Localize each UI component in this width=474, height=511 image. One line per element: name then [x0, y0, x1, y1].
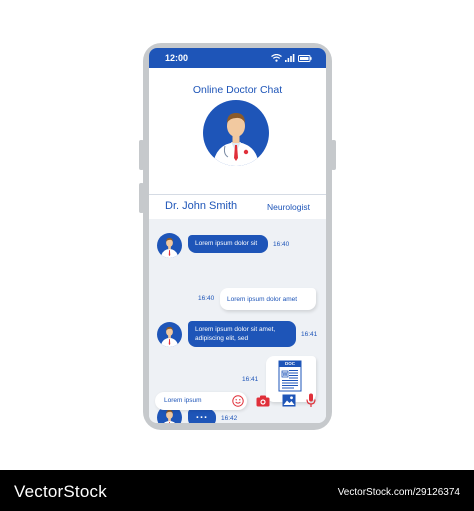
signal-icon [285, 54, 295, 62]
chat-header: Online Doctor Chat Dr. John Smith Neurol… [149, 68, 326, 219]
wifi-icon [271, 54, 282, 62]
svg-text:W: W [283, 372, 288, 378]
document-type-label: DOC [285, 361, 295, 366]
emoji-icon[interactable] [232, 395, 244, 407]
message-text: Lorem ipsum dolor sit [195, 240, 258, 247]
message-bubble-incoming: Lorem ipsum dolor sit amet, adipiscing e… [188, 321, 296, 347]
image-icon[interactable] [282, 394, 296, 407]
message-text-line: adipiscing elit, sed [195, 335, 249, 342]
message-time: 16:42 [221, 415, 238, 422]
doctor-avatar[interactable] [203, 100, 269, 166]
doctor-icon [160, 237, 179, 258]
message-input-placeholder: Lorem ipsum [164, 397, 202, 404]
message-input[interactable]: Lorem ipsum [155, 392, 247, 410]
brand-logo-text: VectorStock [14, 482, 107, 501]
page-title: Online Doctor Chat [192, 84, 283, 96]
message-text: Lorem ipsum dolor amet [227, 296, 298, 303]
message-time: 16:40 [198, 295, 215, 302]
message-bubble-outgoing: Lorem ipsum dolor amet [220, 288, 316, 310]
doctor-info-row: Dr. John Smith Neurologist [149, 194, 326, 219]
doctor-icon [213, 113, 259, 166]
phone-screen: 12:00 Online Doctor Chat Dr. John Smith … [149, 48, 326, 423]
message-text-line: Lorem ipsum dolor sit amet, [195, 326, 276, 333]
doctor-specialty: Neurologist [267, 202, 310, 212]
camera-icon[interactable] [256, 395, 270, 407]
message-bubble-incoming: Lorem ipsum dolor sit [188, 235, 268, 253]
image-credit: VectorStock.com/29126374 [337, 487, 460, 498]
watermark-footer: VectorStock VectorStock.com/29126374 [0, 470, 474, 511]
doctor-avatar-small [157, 322, 182, 347]
typing-indicator: ... [188, 409, 216, 423]
typing-dots: ... [195, 409, 209, 421]
doctor-name: Dr. John Smith [165, 200, 238, 212]
message-time: 16:40 [273, 241, 290, 248]
battery-icon [298, 54, 312, 62]
status-icons [271, 53, 312, 63]
status-time: 12:00 [165, 53, 189, 63]
doctor-icon [160, 326, 179, 347]
microphone-icon[interactable] [306, 393, 316, 408]
status-bar: 12:00 [149, 48, 326, 68]
doctor-avatar-small [157, 233, 182, 258]
message-time: 16:41 [242, 376, 259, 383]
stage: 12:00 Online Doctor Chat Dr. John Smith … [0, 0, 474, 511]
message-time: 16:41 [301, 331, 318, 338]
